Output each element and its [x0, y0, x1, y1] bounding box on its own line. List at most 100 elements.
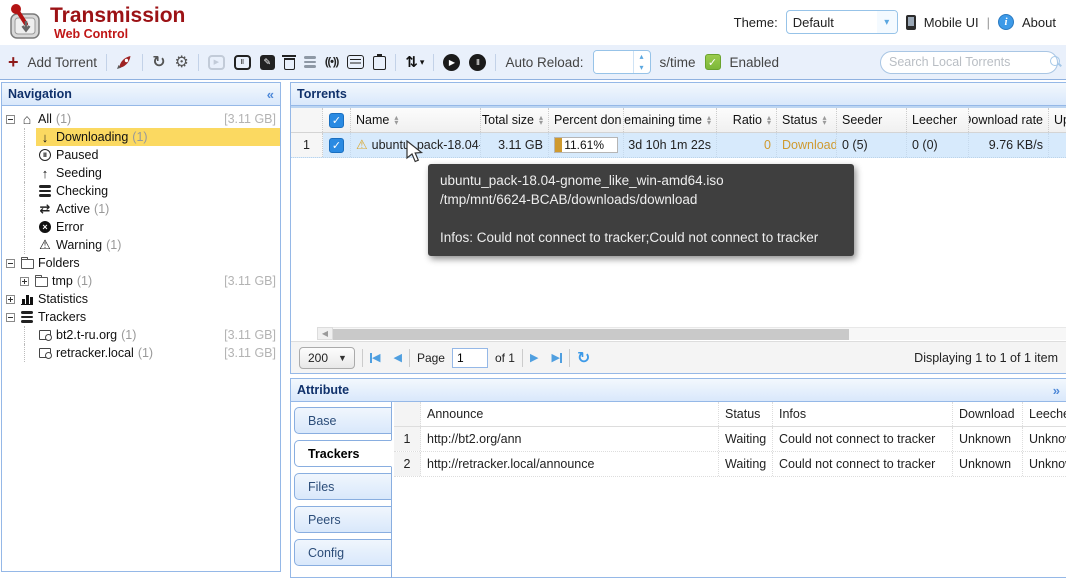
row-checkbox[interactable]: ✓: [329, 138, 344, 153]
tracker-row[interactable]: 1 http://bt2.org/ann Waiting Could not c…: [394, 427, 1066, 452]
mouse-cursor: [405, 140, 425, 164]
scroll-left-icon[interactable]: ◀: [317, 327, 333, 340]
torrent-ratio: 0: [717, 133, 777, 157]
labels-icon[interactable]: [347, 55, 364, 69]
toolbar-divider: [106, 54, 107, 71]
tracker-row[interactable]: 2 http://retracker.local/announce Waitin…: [394, 452, 1066, 477]
spinner-up-icon[interactable]: ▴: [634, 51, 650, 62]
sidebar-item-folders[interactable]: Folders: [2, 254, 280, 272]
collapse-panel-icon[interactable]: »: [1053, 383, 1060, 398]
select-all-checkbox[interactable]: ✓: [329, 113, 344, 128]
sidebar-item-warning[interactable]: ⚠ Warning(1): [2, 236, 280, 254]
page-input[interactable]: [452, 348, 488, 368]
tracker-leecher: Unknown: [1023, 452, 1066, 476]
torrent-leecher: 0 (0): [907, 133, 969, 157]
sidebar-item-trackers[interactable]: Trackers: [2, 308, 280, 326]
remove-torrent-icon[interactable]: [284, 58, 295, 70]
tracker-host-icon: [39, 348, 51, 358]
queue-move-icon[interactable]: ⇅▾: [405, 53, 424, 71]
sidebar-item-error[interactable]: × Error: [2, 218, 280, 236]
prev-page-button[interactable]: ◀: [393, 351, 401, 364]
tree-expand-icon[interactable]: [6, 295, 15, 304]
col-ratio[interactable]: Ratio▴▾: [717, 108, 777, 132]
add-torrent-icon[interactable]: +: [8, 55, 19, 69]
toolbar-divider: [142, 54, 143, 71]
download-icon: ↓: [38, 130, 52, 145]
warning-icon: ⚠: [38, 237, 52, 253]
theme-select[interactable]: Default ▾: [786, 10, 898, 34]
col-download[interactable]: Download: [953, 402, 1023, 426]
col-total-size[interactable]: Total size▴▾: [481, 108, 549, 132]
copy-path-icon[interactable]: [373, 56, 386, 70]
enabled-checkbox[interactable]: ✓: [705, 54, 721, 70]
search-input[interactable]: [889, 55, 1050, 69]
start-all-icon[interactable]: ▶: [443, 54, 460, 71]
sidebar-item-all[interactable]: ⌂ All(1) [3.11 GB]: [2, 110, 280, 128]
tree-collapse-icon[interactable]: [6, 259, 15, 268]
mobile-ui-link[interactable]: Mobile UI: [924, 15, 979, 30]
sidebar-item-downloading[interactable]: ↓ Downloading(1): [2, 128, 280, 146]
about-link[interactable]: About: [1022, 15, 1056, 30]
reannounce-icon[interactable]: ((•)): [325, 56, 339, 68]
tree-expand-icon[interactable]: [20, 277, 29, 286]
col-status[interactable]: Status▴▾: [777, 108, 837, 132]
auto-reload-input[interactable]: [594, 51, 633, 73]
reload-icon[interactable]: ↻: [152, 52, 165, 72]
search-box[interactable]: [880, 51, 1058, 74]
col-infos[interactable]: Infos: [773, 402, 953, 426]
sidebar-item-active[interactable]: ⇄ Active(1): [2, 200, 280, 218]
auto-reload-spinner[interactable]: ▴▾: [593, 50, 651, 74]
col-upload-rate[interactable]: Up: [1049, 108, 1066, 132]
horizontal-scrollbar[interactable]: ◀: [291, 326, 1066, 341]
upload-icon: ↑: [38, 166, 52, 181]
sidebar-item-seeding[interactable]: ↑ Seeding: [2, 164, 280, 182]
chevron-down-icon: ▼: [338, 353, 354, 363]
server-icon: [21, 311, 33, 323]
sidebar-item-tracker-retracker[interactable]: retracker.local(1) [3.11 GB]: [2, 344, 280, 362]
add-torrent-button[interactable]: Add Torrent: [28, 55, 98, 70]
col-remaining-time[interactable]: Remaining time▴▾: [624, 108, 717, 132]
warning-icon: ⚠: [356, 137, 368, 153]
first-page-button[interactable]: ◀: [370, 351, 380, 364]
tree-collapse-icon[interactable]: [6, 115, 15, 124]
sidebar-item-paused[interactable]: Ⅱ Paused: [2, 146, 280, 164]
rocket-start-all-icon[interactable]: [116, 54, 133, 71]
chevron-down-icon[interactable]: ▾: [877, 11, 897, 33]
col-percent-done[interactable]: Percent don: [549, 108, 624, 132]
col-leecher[interactable]: Leecher: [907, 108, 969, 132]
sort-arrows-icon: ▴▾: [394, 115, 398, 125]
tab-peers[interactable]: Peers: [294, 506, 392, 533]
edit-torrent-icon[interactable]: ✎: [260, 55, 275, 70]
collapse-panel-icon[interactable]: «: [267, 87, 274, 102]
sidebar-item-checking[interactable]: Checking: [2, 182, 280, 200]
start-torrent-icon[interactable]: ▶: [208, 55, 225, 70]
settings-gear-icon[interactable]: ⚙: [174, 52, 188, 72]
sidebar-item-statistics[interactable]: Statistics: [2, 290, 280, 308]
col-announce[interactable]: Announce: [421, 402, 719, 426]
navigation-title: Navigation: [8, 87, 72, 101]
col-name[interactable]: Name▴▾: [351, 108, 481, 132]
tab-trackers[interactable]: Trackers: [294, 440, 392, 467]
scrollbar-thumb[interactable]: [333, 329, 849, 340]
col-download-rate[interactable]: Download rate: [969, 108, 1049, 132]
col-status[interactable]: Status: [719, 402, 773, 426]
check-data-icon: [39, 185, 51, 197]
tab-files[interactable]: Files: [294, 473, 392, 500]
sidebar-item-tracker-bt2[interactable]: bt2.t-ru.org(1) [3.11 GB]: [2, 326, 280, 344]
folder-icon: [21, 259, 34, 269]
sidebar-item-folder-tmp[interactable]: tmp(1) [3.11 GB]: [2, 272, 280, 290]
recheck-torrent-icon[interactable]: [304, 56, 316, 68]
pause-all-icon[interactable]: Ⅱ: [469, 54, 486, 71]
last-page-button[interactable]: ▶: [551, 351, 561, 364]
tree-collapse-icon[interactable]: [6, 313, 15, 322]
col-seeder[interactable]: Seeder: [837, 108, 907, 132]
page-size-select[interactable]: 200▼: [299, 347, 355, 369]
tab-config[interactable]: Config: [294, 539, 392, 566]
spinner-down-icon[interactable]: ▾: [634, 62, 650, 73]
col-select-all[interactable]: ✓: [323, 108, 351, 132]
tab-base[interactable]: Base: [294, 407, 392, 434]
next-page-button[interactable]: ▶: [530, 351, 538, 364]
pause-torrent-icon[interactable]: Ⅱ: [234, 55, 251, 70]
col-leecher-count[interactable]: Leecher c: [1023, 402, 1066, 426]
refresh-icon[interactable]: ↻: [577, 348, 590, 368]
